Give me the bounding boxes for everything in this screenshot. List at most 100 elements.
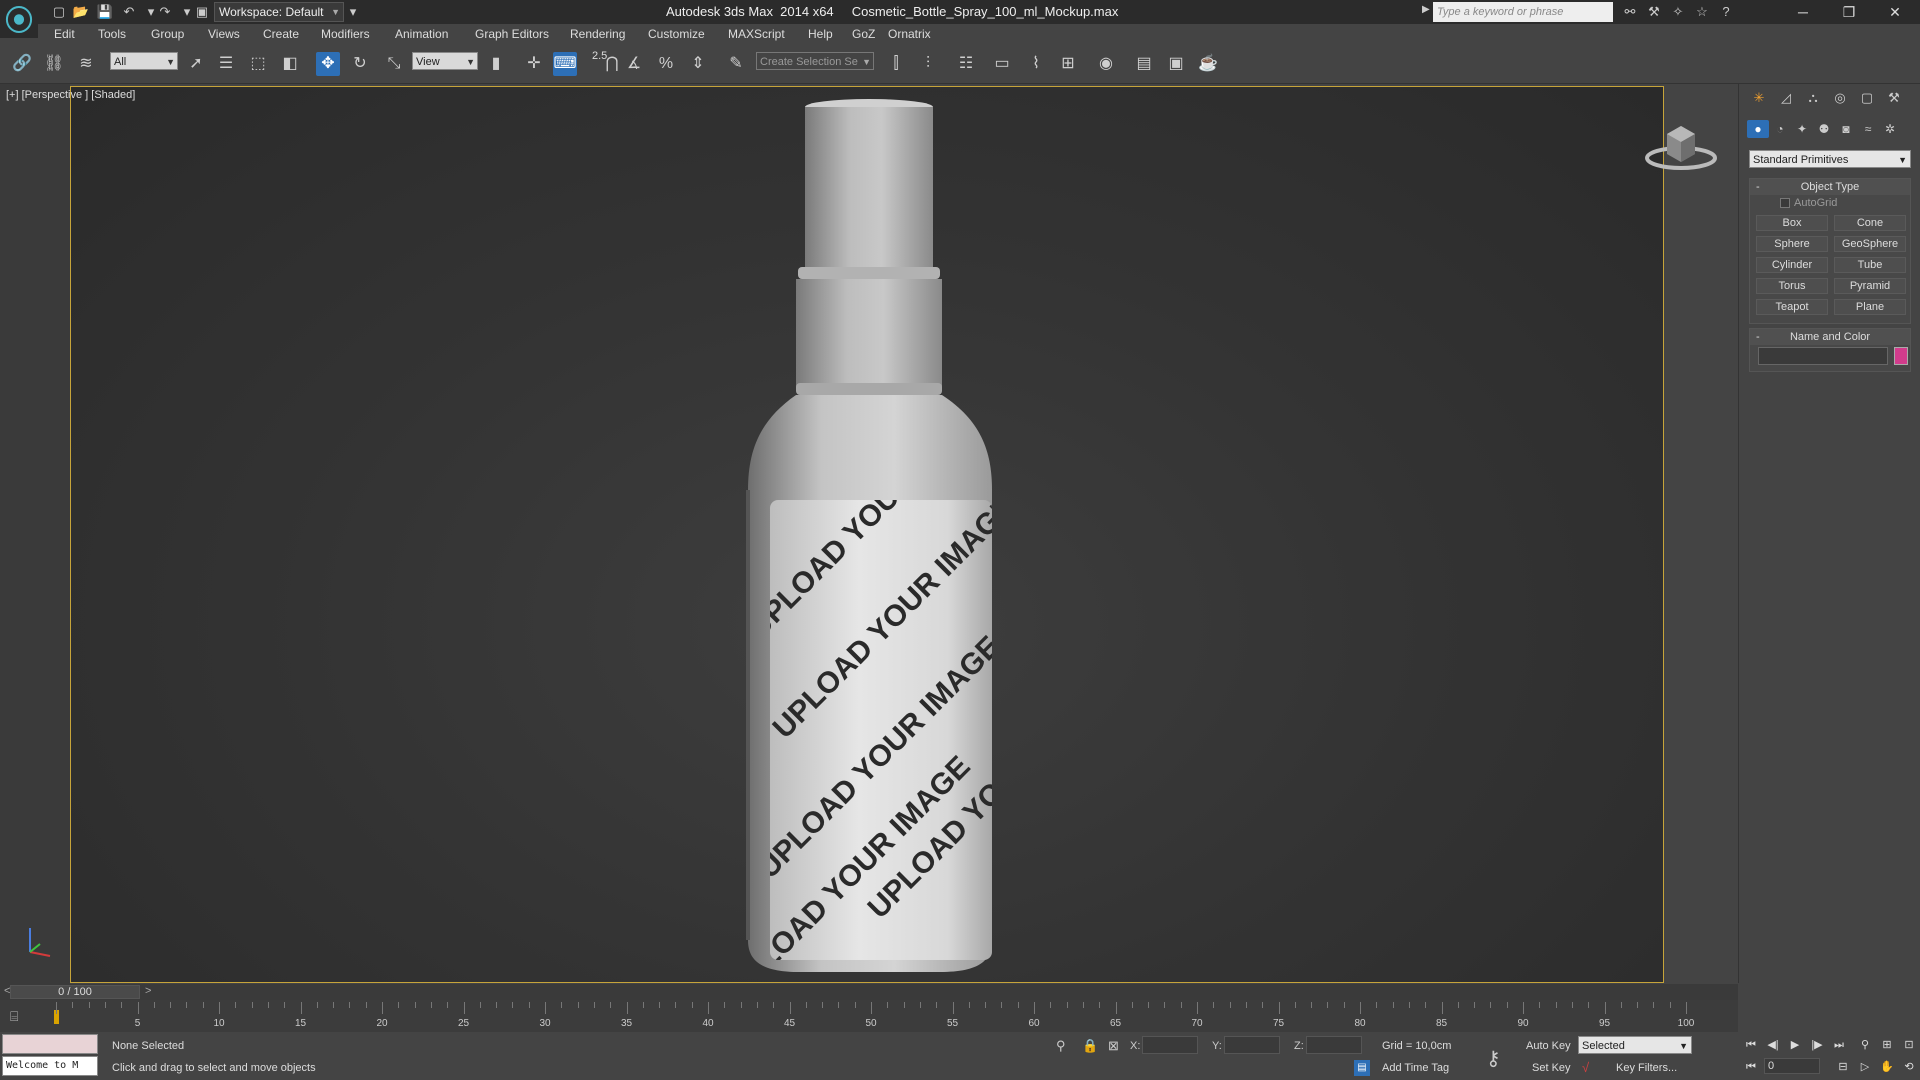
- select-by-name-icon[interactable]: ☰: [214, 52, 238, 76]
- keyboard-shortcut-override-icon[interactable]: ⌨: [553, 52, 577, 76]
- teapot-button[interactable]: Teapot: [1756, 299, 1828, 315]
- pivot-center-icon[interactable]: ▮: [484, 52, 508, 76]
- key-mode-toggle-icon[interactable]: ⏮: [1742, 1058, 1760, 1076]
- cameras-icon[interactable]: ⚉: [1813, 120, 1835, 138]
- select-and-scale-icon[interactable]: ⤡: [382, 52, 406, 76]
- maxscript-output[interactable]: Welcome to M: [2, 1056, 98, 1076]
- next-frame-arrow[interactable]: >: [145, 985, 151, 997]
- auto-key-button[interactable]: Auto Key: [1526, 1040, 1571, 1052]
- select-and-move-icon[interactable]: ✥: [316, 52, 340, 76]
- select-object-icon[interactable]: ➚: [184, 52, 208, 76]
- time-tag-icon[interactable]: ▤: [1354, 1060, 1370, 1076]
- object-color-swatch[interactable]: [1894, 347, 1908, 365]
- search-input[interactable]: Type a keyword or phrase: [1433, 2, 1613, 22]
- primitive-category-dropdown[interactable]: Standard Primitives ▼: [1749, 150, 1911, 168]
- maxscript-listener-input[interactable]: [2, 1034, 98, 1054]
- go-to-end-icon[interactable]: ⏭: [1830, 1036, 1848, 1054]
- modify-tab-icon[interactable]: ◿: [1774, 88, 1798, 108]
- menu-rendering[interactable]: Rendering: [570, 27, 625, 41]
- time-slider[interactable]: < 0 / 100 >: [0, 984, 1738, 1000]
- named-selection-dropdown[interactable]: Create Selection Se ▼: [756, 52, 874, 70]
- tube-button[interactable]: Tube: [1834, 257, 1906, 273]
- app-menu-button[interactable]: ⦿: [0, 0, 38, 38]
- track-bar[interactable]: ⌸ 5 10 15 20 25 30 35 40 45 50 55 60 65 70 75 80 85 90 95 1…: [0, 1000, 1738, 1032]
- rendered-frame-window-icon[interactable]: ▣: [1164, 52, 1188, 76]
- edit-named-selection-icon[interactable]: ✎: [724, 52, 748, 76]
- display-tab-icon[interactable]: ▢: [1855, 88, 1879, 108]
- bind-space-warp-icon[interactable]: ≋: [74, 52, 98, 76]
- shapes-icon[interactable]: ◔: [1769, 120, 1791, 138]
- menu-help[interactable]: Help: [808, 27, 833, 41]
- maximize-viewport-icon[interactable]: ⊡: [1900, 1036, 1918, 1054]
- snap-toggle-icon[interactable]: ⋂: [600, 52, 624, 76]
- render-production-icon[interactable]: ☕: [1196, 52, 1220, 76]
- selection-filter-dropdown[interactable]: All ▼: [110, 52, 178, 70]
- hierarchy-tab-icon[interactable]: ⛬: [1801, 88, 1825, 108]
- reference-coordinate-dropdown[interactable]: View ▼: [412, 52, 478, 70]
- select-and-manipulate-icon[interactable]: ✛: [522, 52, 546, 76]
- field-of-view-icon[interactable]: ▷: [1856, 1058, 1874, 1076]
- perspective-viewport[interactable]: [70, 86, 1664, 983]
- utilities-tab-icon[interactable]: ⚒: [1882, 88, 1906, 108]
- set-key-button[interactable]: Set Key: [1532, 1062, 1571, 1074]
- menu-graph-editors[interactable]: Graph Editors: [475, 27, 549, 41]
- menu-ornatrix[interactable]: Ornatrix: [888, 27, 931, 41]
- rectangular-selection-icon[interactable]: ⬚: [246, 52, 270, 76]
- key-mode-dropdown[interactable]: Selected ▼: [1578, 1036, 1692, 1054]
- search-expand-icon[interactable]: ▶: [1422, 4, 1430, 15]
- satellite-icon[interactable]: ✧: [1668, 2, 1688, 22]
- open-file-icon[interactable]: 📂: [72, 3, 90, 21]
- key-filters-button[interactable]: Key Filters...: [1616, 1062, 1677, 1074]
- add-time-tag[interactable]: Add Time Tag: [1382, 1062, 1449, 1074]
- maximize-button[interactable]: ❐: [1826, 0, 1872, 24]
- close-button[interactable]: ✕: [1872, 0, 1918, 24]
- lights-icon[interactable]: ✦: [1791, 120, 1813, 138]
- binoculars-icon[interactable]: ⚯: [1620, 2, 1640, 22]
- window-crossing-icon[interactable]: ◧: [278, 52, 302, 76]
- project-folder-icon[interactable]: ▣: [193, 3, 211, 21]
- space-warps-icon[interactable]: ≈: [1857, 120, 1879, 138]
- help-icon[interactable]: ?: [1716, 2, 1736, 22]
- sphere-button[interactable]: Sphere: [1756, 236, 1828, 252]
- motion-tab-icon[interactable]: ◎: [1828, 88, 1852, 108]
- box-button[interactable]: Box: [1756, 215, 1828, 231]
- torus-button[interactable]: Torus: [1756, 278, 1828, 294]
- cylinder-button[interactable]: Cylinder: [1756, 257, 1828, 273]
- quick-access-dropdown-icon[interactable]: ▾: [344, 3, 362, 21]
- percent-snap-icon[interactable]: %: [654, 52, 678, 76]
- menu-create[interactable]: Create: [263, 27, 299, 41]
- ribbon-toggle-icon[interactable]: ▭: [990, 52, 1014, 76]
- next-frame-icon[interactable]: |▶: [1808, 1036, 1826, 1054]
- render-setup-icon[interactable]: ▤: [1132, 52, 1156, 76]
- geosphere-button[interactable]: GeoSphere: [1834, 236, 1906, 252]
- go-to-start-icon[interactable]: ⏮: [1742, 1036, 1760, 1054]
- x-coordinate-field[interactable]: [1142, 1036, 1198, 1054]
- menu-views[interactable]: Views: [208, 27, 240, 41]
- menu-edit[interactable]: Edit: [54, 27, 75, 41]
- minimize-button[interactable]: ─: [1780, 0, 1826, 24]
- spinner-snap-icon[interactable]: ⇕: [686, 52, 710, 76]
- zoom-extents-all-icon[interactable]: ⊞: [1878, 1036, 1896, 1054]
- layer-manager-icon[interactable]: ☷: [954, 52, 978, 76]
- geometry-icon[interactable]: ●: [1747, 120, 1769, 138]
- y-coordinate-field[interactable]: [1224, 1036, 1280, 1054]
- cone-button[interactable]: Cone: [1834, 215, 1906, 231]
- menu-group[interactable]: Group: [151, 27, 184, 41]
- mirror-icon[interactable]: ⫿: [884, 52, 908, 76]
- time-slider-handle[interactable]: 0 / 100: [10, 985, 140, 999]
- link-icon[interactable]: 🔗: [10, 52, 34, 76]
- undo-icon[interactable]: ↶: [120, 3, 138, 21]
- menu-customize[interactable]: Customize: [648, 27, 705, 41]
- current-frame-field[interactable]: 0: [1764, 1058, 1820, 1074]
- angle-snap-icon[interactable]: ∡: [622, 52, 646, 76]
- unlink-icon[interactable]: ⛓: [42, 52, 66, 76]
- align-icon[interactable]: ⫶: [916, 52, 940, 76]
- redo-icon[interactable]: ↷: [156, 3, 174, 21]
- save-file-icon[interactable]: 💾: [96, 3, 114, 21]
- default-in-out-tangent-icon[interactable]: √: [1582, 1060, 1589, 1075]
- tools-icon[interactable]: ⚒: [1644, 2, 1664, 22]
- schematic-view-icon[interactable]: ⊞: [1056, 52, 1080, 76]
- mini-curve-editor-icon[interactable]: ⌸: [10, 1008, 18, 1025]
- set-key-icon[interactable]: ⚷: [1486, 1046, 1501, 1071]
- name-color-header[interactable]: - Name and Color: [1750, 329, 1910, 345]
